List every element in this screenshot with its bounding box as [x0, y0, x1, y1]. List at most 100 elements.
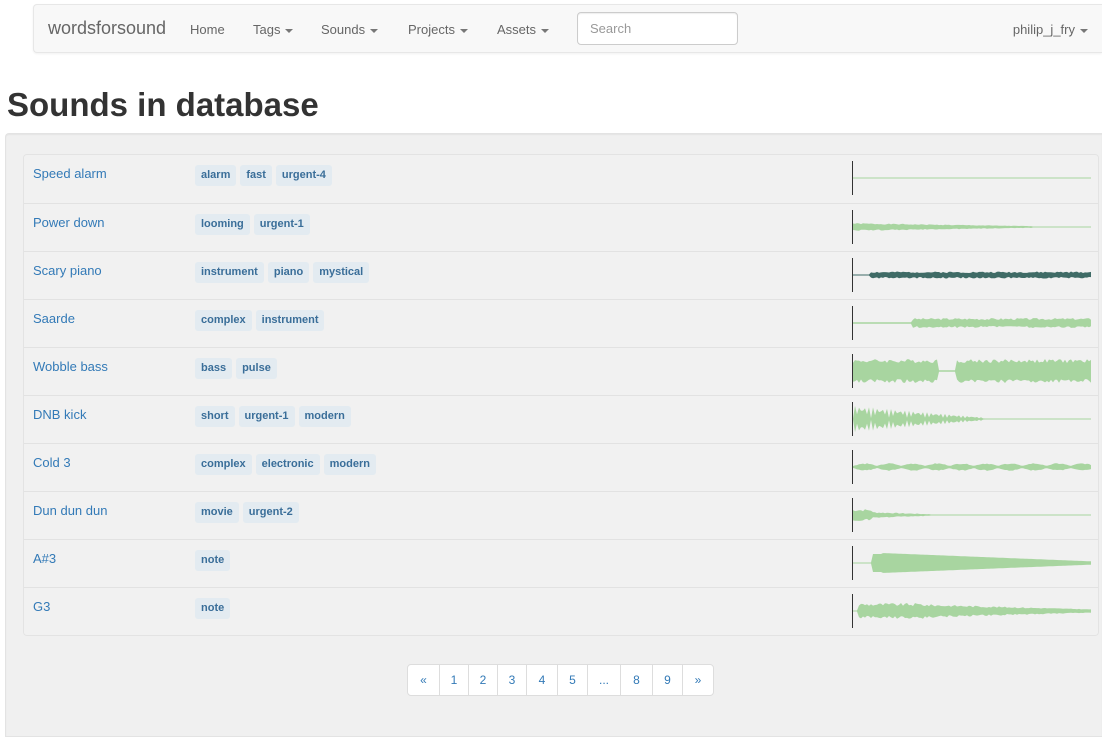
waveform-graphic — [853, 405, 1091, 433]
tag-label[interactable]: modern — [298, 406, 351, 427]
sound-name-link[interactable]: Scary piano — [33, 263, 102, 278]
tag-label[interactable]: instrument — [195, 262, 264, 283]
waveform[interactable] — [852, 498, 1092, 532]
sound-name-link[interactable]: Speed alarm — [33, 166, 107, 181]
sound-row: Wobble bass bass pulse — [24, 347, 1098, 395]
nav-tags-label: Tags — [253, 22, 281, 37]
sound-row: G3 note — [24, 587, 1098, 635]
sound-name-link[interactable]: Cold 3 — [33, 455, 71, 470]
tag-label[interactable]: complex — [195, 454, 252, 475]
sound-row: A#3 note — [24, 539, 1098, 587]
sound-name-link[interactable]: Wobble bass — [33, 359, 108, 374]
sound-row: DNB kick short urgent-1 modern — [24, 395, 1098, 443]
pagination-page[interactable]: 2 — [468, 665, 497, 695]
caret-down-icon — [285, 28, 294, 33]
pagination: «1 2 3 4 5... 8 9» — [407, 664, 714, 696]
tag-label[interactable]: modern — [323, 454, 376, 475]
waveform[interactable] — [852, 450, 1092, 484]
tag-list: movie urgent-2 — [195, 502, 299, 523]
pagination-page[interactable]: 9 — [652, 665, 682, 695]
pagination-page[interactable]: 5 — [557, 665, 587, 695]
search-input[interactable] — [577, 12, 738, 45]
waveform[interactable] — [852, 258, 1092, 292]
pagination-page[interactable]: 3 — [497, 665, 526, 695]
tag-label[interactable]: short — [195, 406, 235, 427]
pagination-page[interactable]: 8 — [620, 665, 652, 695]
pagination-page[interactable]: 1 — [439, 665, 468, 695]
tag-label[interactable]: electronic — [255, 454, 320, 475]
tag-label[interactable]: complex — [195, 310, 252, 331]
sound-row: Cold 3 complex electronic modern — [24, 443, 1098, 491]
sound-row: Speed alarm alarm fast urgent-4 — [24, 155, 1098, 203]
nav-tags-dropdown[interactable]: Tags — [253, 22, 294, 37]
user-menu-dropdown[interactable]: philip_j_fry — [1013, 22, 1088, 37]
tag-list: note — [195, 598, 231, 619]
nav-home[interactable]: Home — [190, 22, 225, 37]
waveform[interactable] — [852, 306, 1092, 340]
caret-down-icon — [370, 28, 379, 33]
waveform-graphic — [853, 359, 1091, 383]
waveform-shape — [853, 405, 1091, 433]
sound-name-link[interactable]: Power down — [33, 215, 105, 230]
pagination-next[interactable]: » — [682, 665, 713, 695]
waveform[interactable] — [852, 594, 1092, 628]
sound-name-link[interactable]: A#3 — [33, 551, 56, 566]
user-name: philip_j_fry — [1012, 22, 1075, 37]
pagination-prev[interactable]: « — [408, 665, 439, 695]
tag-list: complex instrument — [195, 310, 325, 331]
tag-label[interactable]: instrument — [255, 310, 325, 331]
sound-list: Speed alarm alarm fast urgent-4 Power down lo… — [23, 154, 1099, 636]
tag-label[interactable]: urgent-4 — [275, 165, 332, 186]
waveform-graphic — [853, 509, 1091, 521]
waveform-shape — [853, 223, 1091, 231]
waveform-shape — [853, 553, 1091, 573]
caret-down-icon — [1080, 28, 1088, 33]
tag-list: bass pulse — [195, 358, 277, 379]
tag-label[interactable]: bass — [195, 358, 233, 379]
caret-down-icon — [541, 28, 550, 33]
tag-label[interactable]: note — [195, 598, 231, 619]
tag-label[interactable]: fast — [240, 165, 272, 186]
navbar: wordsforsound Home Tags Sounds Projects … — [33, 4, 1102, 53]
nav-projects-dropdown[interactable]: Projects — [408, 22, 468, 37]
caret-down-icon — [459, 28, 468, 33]
waveform-graphic — [853, 223, 1091, 231]
tag-label[interactable]: looming — [195, 214, 250, 235]
waveform-graphic — [853, 463, 1091, 471]
waveform-graphic — [853, 553, 1091, 573]
tag-label[interactable]: mystical — [313, 262, 370, 283]
nav-assets-dropdown[interactable]: Assets — [497, 22, 550, 37]
tag-label[interactable]: movie — [195, 502, 239, 523]
waveform[interactable] — [852, 161, 1092, 195]
waveform[interactable] — [852, 402, 1092, 436]
waveform-shape — [853, 271, 1091, 279]
tag-list: complex electronic modern — [195, 454, 376, 475]
waveform[interactable] — [852, 546, 1092, 580]
tag-list: alarm fast urgent-4 — [195, 165, 332, 186]
waveform[interactable] — [852, 354, 1092, 388]
tag-label[interactable]: urgent-2 — [242, 502, 299, 523]
waveform-shape — [853, 318, 1091, 328]
sound-name-link[interactable]: Dun dun dun — [33, 503, 107, 518]
pagination-page[interactable]: ... — [587, 665, 620, 695]
waveform-graphic — [853, 271, 1091, 279]
sound-name-link[interactable]: DNB kick — [33, 407, 86, 422]
tag-label[interactable]: urgent-1 — [253, 214, 310, 235]
brand-link[interactable]: wordsforsound — [48, 18, 166, 39]
sound-name-link[interactable]: G3 — [33, 599, 50, 614]
tag-label[interactable]: pulse — [236, 358, 277, 379]
pagination-page[interactable]: 4 — [526, 665, 557, 695]
sounds-panel: Speed alarm alarm fast urgent-4 Power down lo… — [5, 133, 1102, 737]
nav-sounds-dropdown[interactable]: Sounds — [321, 22, 379, 37]
tag-label[interactable]: piano — [267, 262, 310, 283]
waveform-shape — [853, 359, 1091, 383]
waveform-shape — [853, 603, 1091, 619]
tag-label[interactable]: note — [195, 550, 231, 571]
nav-sounds-label: Sounds — [321, 22, 366, 37]
tag-label[interactable]: urgent-1 — [238, 406, 295, 427]
waveform-shape — [853, 509, 1091, 521]
tag-label[interactable]: alarm — [195, 165, 237, 186]
waveform-graphic — [853, 318, 1091, 328]
waveform[interactable] — [852, 210, 1092, 244]
sound-name-link[interactable]: Saarde — [33, 311, 75, 326]
